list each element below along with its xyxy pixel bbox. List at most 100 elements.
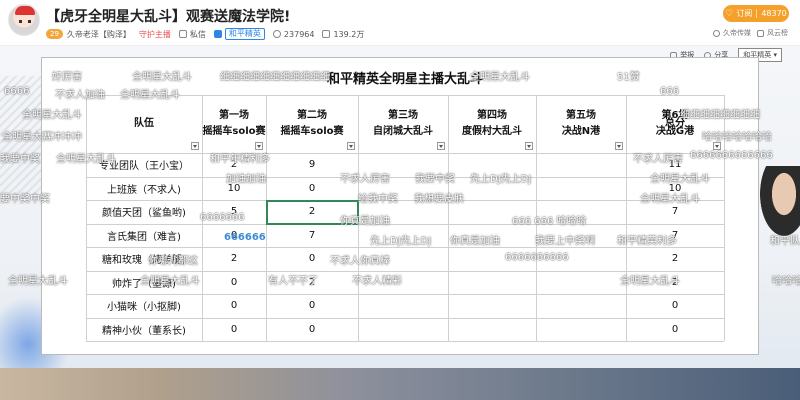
score-cell[interactable] (358, 247, 448, 271)
team-name-cell[interactable]: 小猫咪（小抠脚) (86, 294, 202, 318)
team-name-cell[interactable]: 上班族（不求人) (86, 177, 202, 201)
column-header-r2[interactable]: 第二场摇摇车solo赛 (266, 95, 358, 153)
score-cell[interactable]: 2 (266, 271, 358, 295)
score-cell[interactable]: 2 (626, 247, 724, 271)
score-cell[interactable] (536, 271, 626, 295)
score-cell[interactable]: 0 (202, 318, 266, 342)
sheet-title: 和平精英全明星主播大乱斗 (326, 72, 483, 87)
score-cell[interactable]: 0 (626, 318, 724, 342)
team-name-cell[interactable]: 颜值天团（鲨鱼哟) (86, 200, 202, 224)
score-cell[interactable] (448, 177, 536, 201)
user-icon (713, 29, 720, 37)
score-cell[interactable]: 0 (266, 247, 358, 271)
score-cell[interactable]: 0 (266, 294, 358, 318)
score-cell[interactable] (448, 271, 536, 295)
score-cell[interactable] (448, 153, 536, 177)
score-cell[interactable] (358, 224, 448, 248)
column-header-total[interactable]: 总分 (626, 95, 724, 153)
room-info-row: 29 久帝老泽【购泽】 守护主播 私信 和平精英 237964 139.2万 (46, 27, 372, 41)
header-text: 第五场 (566, 110, 596, 121)
score-cell[interactable] (536, 224, 626, 248)
score-cell[interactable] (358, 294, 448, 318)
score-sheet: 和平精英全明星主播大乱斗 队伍 第一场 摇摇车solo赛 第二场 摇摇车solo赛 第三场… (41, 57, 759, 355)
column-header-team[interactable]: 队伍 (86, 95, 202, 153)
filter-dropdown-icon[interactable] (713, 142, 721, 150)
danmaku-comment: 哈哈哈 (772, 276, 800, 287)
score-cell[interactable] (536, 318, 626, 342)
score-cell[interactable]: 0 (202, 294, 266, 318)
team-name-cell[interactable]: 言氏集团（难言) (86, 224, 202, 248)
video-player[interactable]: 举报 分享 和平精英 ▾ 和平精英全明星主播大乱斗 队伍 第一场 摇摇车solo赛第… (0, 46, 800, 400)
score-cell[interactable]: 10 (626, 177, 724, 201)
score-cell[interactable] (448, 224, 536, 248)
score-cell[interactable] (536, 153, 626, 177)
fans-icon (322, 30, 331, 38)
score-cell[interactable]: 7 (266, 224, 358, 248)
score-cell[interactable] (448, 247, 536, 271)
message-link[interactable]: 私信 (190, 29, 206, 40)
score-cell[interactable] (358, 200, 448, 224)
score-cell[interactable]: 0 (202, 224, 266, 248)
header-text: 第三场 (388, 110, 418, 121)
filter-dropdown-icon[interactable] (255, 142, 263, 150)
selected-cell (266, 200, 359, 225)
header-text: 摇摇车solo赛 (280, 126, 344, 137)
right-user[interactable]: 久帝传媒 (723, 28, 751, 38)
filter-dropdown-icon[interactable] (525, 142, 533, 150)
header-text: 队伍 (134, 118, 154, 129)
filter-dropdown-icon[interactable] (437, 142, 445, 150)
grid-col-line (724, 95, 725, 341)
score-cell[interactable]: 10 (202, 177, 266, 201)
background-pattern (0, 76, 42, 196)
guard-link[interactable]: 守护主播 (139, 29, 171, 40)
host-name[interactable]: 久帝老泽【购泽】 (67, 29, 131, 40)
team-name-cell[interactable]: 糖和玫瑰（烤羊腿) (86, 247, 202, 271)
score-cell[interactable]: 0 (266, 318, 358, 342)
score-cell[interactable] (358, 177, 448, 201)
filter-dropdown-icon[interactable] (615, 142, 623, 150)
streamer-avatar[interactable] (8, 4, 40, 36)
score-cell[interactable] (448, 294, 536, 318)
score-cell[interactable] (536, 247, 626, 271)
filter-dropdown-icon[interactable] (347, 142, 355, 150)
header-text: 摇摇车solo赛 (202, 126, 266, 137)
score-cell[interactable] (358, 318, 448, 342)
header-text: 决战N港 (561, 126, 601, 137)
score-cell[interactable] (358, 153, 448, 177)
score-cell[interactable]: 2 (202, 153, 266, 177)
column-header-r3[interactable]: 第三场 自闭城大乱斗 (358, 95, 448, 153)
score-cell[interactable] (358, 271, 448, 295)
column-header-r5[interactable]: 第五场决战N港 (536, 95, 626, 153)
team-name-cell[interactable]: 帅炸了（墨源) (86, 271, 202, 295)
score-cell[interactable]: 2 (626, 271, 724, 295)
subscribe-button[interactable]: ♡ 订阅 48370 (723, 5, 789, 22)
column-header-r4[interactable]: 第四场 度假村大乱斗 (448, 95, 536, 153)
right-share[interactable]: 风云榜 (767, 28, 788, 38)
team-name-cell[interactable]: 精神小伙（董系长) (86, 318, 202, 342)
score-cell[interactable]: 0 (626, 294, 724, 318)
score-cell[interactable]: 9 (266, 153, 358, 177)
score-cell[interactable]: 0 (266, 177, 358, 201)
header-text: 度假村大乱斗 (462, 126, 522, 137)
score-cell[interactable] (536, 177, 626, 201)
header-text: 第二场 (297, 110, 327, 121)
header-text: 自闭城大乱斗 (373, 126, 433, 137)
team-name-cell[interactable]: 专业团队（王小宝） (86, 153, 202, 177)
score-cell[interactable]: 11 (626, 153, 724, 177)
score-cell[interactable] (536, 294, 626, 318)
level-badge: 29 (46, 29, 63, 39)
score-cell[interactable]: 7 (626, 200, 724, 224)
score-cell[interactable]: 2 (202, 247, 266, 271)
score-cell[interactable]: 0 (202, 271, 266, 295)
score-cell[interactable]: 7 (626, 224, 724, 248)
score-cell[interactable] (448, 318, 536, 342)
filter-dropdown-icon[interactable] (191, 142, 199, 150)
viewer-count: 237964 (283, 29, 315, 39)
score-cell[interactable] (536, 200, 626, 224)
score-cell[interactable] (448, 200, 536, 224)
game-tag[interactable]: 和平精英 (224, 28, 265, 40)
subscribe-label: 订阅 (736, 9, 753, 18)
header-text: 总分 (665, 118, 685, 129)
viewers-icon (272, 30, 281, 38)
score-cell[interactable]: 5 (202, 200, 266, 224)
